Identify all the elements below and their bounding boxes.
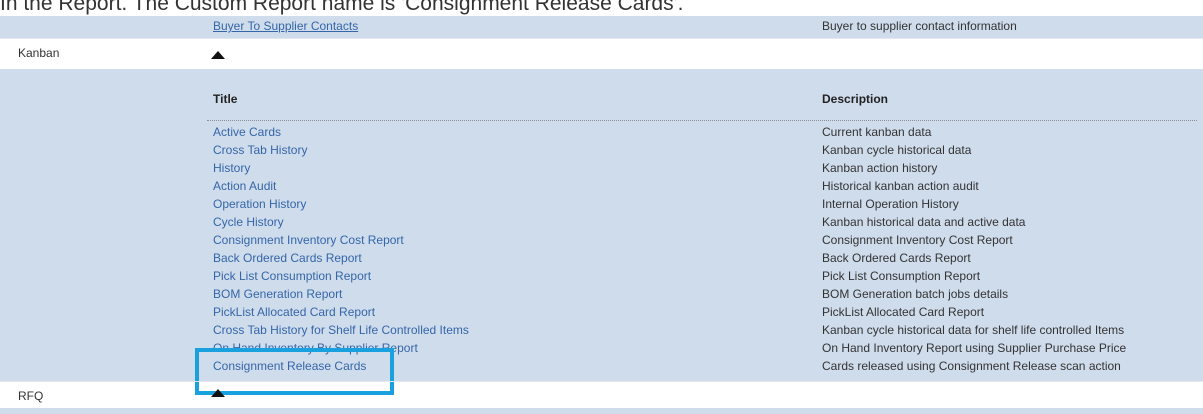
header-divider bbox=[207, 120, 1197, 121]
report-title-link[interactable]: Operation History bbox=[213, 195, 469, 213]
report-description: Kanban cycle historical data for shelf l… bbox=[822, 323, 1125, 337]
report-title-link[interactable]: BOM Generation Report bbox=[213, 285, 469, 303]
report-description: Kanban historical data and active data bbox=[822, 215, 1026, 229]
rfq-bottom-strip bbox=[0, 408, 1203, 414]
report-description: PickList Allocated Card Report bbox=[822, 305, 985, 319]
buyer-to-supplier-contacts-link[interactable]: Buyer To Supplier Contacts bbox=[213, 19, 358, 33]
report-title-link[interactable]: Consignment Inventory Cost Report bbox=[213, 231, 469, 249]
report-title-link[interactable]: Cross Tab History bbox=[213, 141, 469, 159]
report-description: Back Ordered Cards Report bbox=[822, 251, 971, 265]
report-title-link[interactable]: Cycle History bbox=[213, 213, 469, 231]
report-title-link[interactable]: Active Cards bbox=[213, 123, 469, 141]
kanban-collapse-arrow-icon[interactable] bbox=[211, 51, 225, 59]
row-divider bbox=[0, 38, 1203, 39]
report-description: Historical kanban action audit bbox=[822, 179, 979, 193]
rfq-label: RFQ bbox=[18, 389, 44, 403]
report-description-list: Current kanban data Kanban cycle historic… bbox=[822, 123, 1126, 375]
buyer-contacts-description: Buyer to supplier contact information bbox=[822, 19, 1017, 33]
highlight-box bbox=[195, 348, 394, 395]
report-description: BOM Generation batch jobs details bbox=[822, 287, 1009, 301]
report-title-list: Active Cards Cross Tab History History Acti… bbox=[213, 123, 469, 375]
report-title-link[interactable]: Cross Tab History for Shelf Life Control… bbox=[213, 321, 469, 339]
report-title-link[interactable]: PickList Allocated Card Report bbox=[213, 303, 469, 321]
report-description: Current kanban data bbox=[822, 125, 932, 139]
rfq-collapse-arrow-icon[interactable] bbox=[211, 389, 225, 397]
instruction-heading: In the Report. The Custom Report name is… bbox=[0, 0, 684, 15]
report-description: Kanban cycle historical data bbox=[822, 143, 972, 157]
report-title-link[interactable]: Back Ordered Cards Report bbox=[213, 249, 469, 267]
report-title-link[interactable]: Action Audit bbox=[213, 177, 469, 195]
report-description: Consignment Inventory Cost Report bbox=[822, 233, 1013, 247]
row-divider bbox=[0, 381, 1203, 382]
report-description: Kanban action history bbox=[822, 161, 938, 175]
report-description: Cards released using Consignment Release… bbox=[822, 359, 1121, 373]
report-title-link[interactable]: Pick List Consumption Report bbox=[213, 267, 469, 285]
report-description: Internal Operation History bbox=[822, 197, 959, 211]
description-column-header: Description bbox=[822, 92, 889, 106]
report-description: Pick List Consumption Report bbox=[822, 269, 981, 283]
kanban-label: Kanban bbox=[18, 46, 60, 60]
report-description: On Hand Inventory Report using Supplier … bbox=[822, 341, 1127, 355]
title-column-header: Title bbox=[213, 92, 238, 106]
report-title-link[interactable]: History bbox=[213, 159, 469, 177]
buyer-contacts-row: Buyer To Supplier Contacts Buyer to supp… bbox=[0, 16, 1203, 38]
